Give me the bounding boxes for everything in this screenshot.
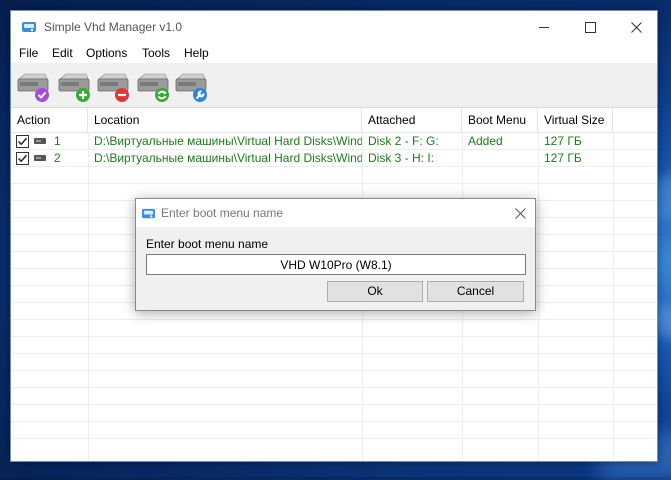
boot-name-label: Enter boot menu name <box>146 237 269 251</box>
app-disk-icon <box>141 208 156 219</box>
drive-icon <box>34 138 46 144</box>
checkmark-icon <box>17 137 28 146</box>
boot-menu-dialog: Enter boot menu name Enter boot menu nam… <box>135 198 536 311</box>
minimize-button[interactable] <box>521 11 567 42</box>
list-header: Action Location Attached Boot Menu Virtu… <box>11 108 657 133</box>
row-attached: Disk 2 - F: G: <box>368 134 439 148</box>
column-location[interactable]: Location <box>88 108 362 132</box>
menu-bar: File Edit Options Tools Help <box>11 43 657 63</box>
close-icon <box>514 208 526 220</box>
maximize-button[interactable] <box>567 11 613 42</box>
attach-vhd-button[interactable] <box>15 71 51 103</box>
disk-add-icon <box>58 73 90 102</box>
menu-edit[interactable]: Edit <box>52 46 73 60</box>
table-row[interactable]: 2 D:\Виртуальные машины\Virtual Hard Dis… <box>11 150 657 167</box>
checkmark-icon <box>17 154 28 163</box>
row-location: D:\Виртуальные машины\Virtual Hard Disks… <box>94 151 362 165</box>
disk-refresh-icon <box>137 73 169 102</box>
window-title: Simple Vhd Manager v1.0 <box>44 20 183 34</box>
disk-check-icon <box>17 73 49 102</box>
maximize-icon <box>584 22 596 34</box>
disk-wrench-icon <box>175 73 207 102</box>
column-virtual-size[interactable]: Virtual Size <box>538 108 613 132</box>
row-checkbox[interactable] <box>16 135 29 148</box>
menu-tools[interactable]: Tools <box>142 46 170 60</box>
row-number: 2 <box>54 151 61 165</box>
row-number: 1 <box>54 134 61 148</box>
ok-button[interactable]: Ok <box>327 281 423 302</box>
row-location: D:\Виртуальные машины\Virtual Hard Disks… <box>94 134 362 148</box>
column-action[interactable]: Action <box>11 108 88 132</box>
app-disk-icon <box>22 22 36 32</box>
menu-options[interactable]: Options <box>86 46 127 60</box>
row-checkbox[interactable] <box>16 152 29 165</box>
close-button[interactable] <box>613 11 659 42</box>
remove-vhd-button[interactable] <box>95 71 131 103</box>
row-boot-menu: Added <box>468 134 503 148</box>
add-vhd-button[interactable] <box>56 71 92 103</box>
minimize-icon <box>539 27 549 29</box>
drive-icon <box>34 155 46 161</box>
title-bar[interactable]: Simple Vhd Manager v1.0 <box>11 11 657 43</box>
menu-file[interactable]: File <box>19 46 38 60</box>
row-attached: Disk 3 - H: I: <box>368 151 435 165</box>
dialog-title-bar[interactable]: Enter boot menu name <box>136 199 535 227</box>
dialog-title: Enter boot menu name <box>161 206 284 220</box>
tools-vhd-button[interactable] <box>173 71 209 103</box>
row-virtual-size: 127 ГБ <box>544 151 582 165</box>
menu-help[interactable]: Help <box>184 46 209 60</box>
toolbar <box>11 63 657 108</box>
column-boot-menu[interactable]: Boot Menu <box>462 108 538 132</box>
cancel-button[interactable]: Cancel <box>427 281 524 302</box>
row-boot-menu <box>462 150 538 167</box>
close-icon <box>630 22 642 33</box>
table-row[interactable]: 1 D:\Виртуальные машины\Virtual Hard Dis… <box>11 133 657 150</box>
boot-name-input[interactable] <box>146 254 526 275</box>
row-virtual-size: 127 ГБ <box>544 134 582 148</box>
disk-remove-icon <box>97 73 129 102</box>
column-attached[interactable]: Attached <box>362 108 462 132</box>
refresh-vhd-button[interactable] <box>135 71 171 103</box>
dialog-close-button[interactable] <box>506 202 534 224</box>
